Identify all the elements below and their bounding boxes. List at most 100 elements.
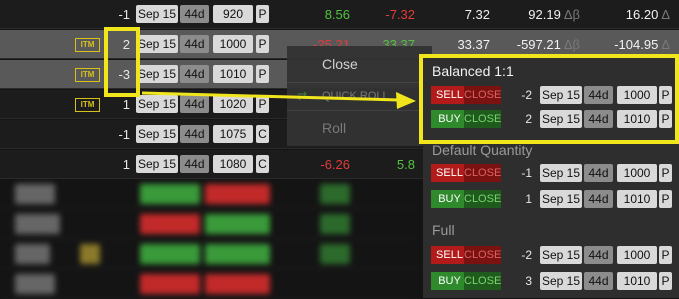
delta-cell: -104.95 Δ	[614, 37, 670, 52]
strike-chip: 1020	[213, 95, 253, 113]
position-qty: -1	[118, 127, 130, 142]
expiration-chip: Sep 15	[136, 125, 178, 143]
delta-cell: 16.20 Δ	[625, 7, 670, 22]
close-effect-button[interactable]: CLOSE	[464, 190, 501, 208]
blurred-row	[0, 240, 420, 269]
value-cell: 7.32	[464, 7, 490, 22]
buy-button[interactable]: BUY	[431, 190, 468, 208]
blurred-bar	[205, 214, 270, 234]
leg-row[interactable]: SELL CLOSE -2 Sep 15 44d 1000 P	[423, 244, 679, 266]
leg-row[interactable]: SELL CLOSE -1 Sep 15 44d 1000 P	[423, 162, 679, 184]
leg-qty: 3	[525, 274, 532, 288]
expiration-chip: Sep 15	[136, 95, 178, 113]
blurred-row	[0, 180, 420, 209]
value-cell: 5.8	[396, 157, 415, 172]
beta-delta-cell: 92.19 Δβ	[528, 7, 580, 22]
itm-badge: ITM	[75, 68, 100, 82]
beta-delta-cell: -597.21 Δβ	[516, 37, 580, 52]
position-qty: -1	[118, 7, 130, 22]
section-title-full: Full	[432, 222, 455, 238]
dte-chip: 44d	[584, 272, 613, 290]
dte-chip: 44d	[180, 155, 209, 173]
itm-badge: ITM	[75, 98, 100, 112]
strike-chip: 1000	[617, 164, 657, 182]
option-type-chip: C	[256, 125, 269, 143]
expiration-chip: Sep 15	[136, 5, 178, 23]
beta-delta-symbol: Δβ	[563, 7, 580, 22]
blurred-bar	[205, 274, 270, 294]
option-type-chip: C	[256, 155, 269, 173]
expiration-chip: Sep 15	[136, 35, 178, 53]
sell-button[interactable]: SELL	[431, 164, 468, 182]
itm-badge: ITM	[75, 38, 100, 52]
strike-chip: 1000	[617, 246, 657, 264]
strike-chip: 1000	[213, 35, 253, 53]
blurred-bar	[140, 214, 200, 234]
leg-row[interactable]: BUY CLOSE 1 Sep 15 44d 1010 P	[423, 188, 679, 210]
dte-chip: 44d	[180, 65, 209, 83]
blurred-bar	[205, 184, 270, 204]
expiration-chip: Sep 15	[540, 190, 582, 208]
option-type-chip: P	[256, 95, 269, 113]
leg-row[interactable]: BUY CLOSE 3 Sep 15 44d 1010 P	[423, 270, 679, 292]
blurred-bar	[320, 244, 350, 264]
option-type-chip: P	[256, 65, 269, 83]
blurred-row	[0, 270, 420, 299]
dte-chip: 44d	[180, 35, 209, 53]
dte-chip: 44d	[584, 190, 613, 208]
menu-item-quick-roll[interactable]: QUICK ROLL	[322, 90, 389, 102]
leg-qty: 1	[525, 192, 532, 206]
blurred-bar	[15, 214, 60, 234]
blurred-bar	[205, 244, 270, 264]
section-title-default-quantity: Default Quantity	[432, 142, 533, 158]
option-type-chip: P	[659, 190, 672, 208]
close-effect-button[interactable]: CLOSE	[464, 164, 501, 182]
strike-chip: 1080	[213, 155, 253, 173]
dte-chip: 44d	[180, 125, 209, 143]
value-cell: 8.56	[324, 7, 350, 22]
blurred-bar	[15, 244, 50, 264]
strike-chip: 920	[213, 5, 253, 23]
blurred-row	[0, 210, 420, 239]
blurred-bar	[15, 274, 55, 294]
option-type-chip: P	[256, 5, 269, 23]
value-cell: -6.26	[320, 157, 350, 172]
position-qty: 1	[122, 157, 130, 172]
expiration-chip: Sep 15	[540, 272, 582, 290]
buy-button[interactable]: BUY	[431, 272, 468, 290]
delta-symbol: Δ	[661, 37, 670, 52]
context-menu: Close ⇄ QUICK ROLL Roll	[287, 46, 432, 146]
value-cell: -7.32	[385, 7, 415, 22]
quick-roll-icon: ⇄	[297, 89, 308, 103]
dte-chip: 44d	[584, 164, 613, 182]
position-row[interactable]: -1 Sep 15 44d 920 P 8.56 -7.32 7.32 92.1…	[0, 0, 679, 29]
dte-chip: 44d	[180, 95, 209, 113]
blurred-bar	[140, 244, 200, 264]
option-type-chip: P	[256, 35, 269, 53]
leg-qty: -2	[521, 248, 532, 262]
menu-item-roll[interactable]: Roll	[322, 120, 346, 136]
blurred-bar	[80, 244, 100, 264]
blurred-bar	[140, 184, 200, 204]
close-effect-button[interactable]: CLOSE	[464, 246, 501, 264]
beta-delta-symbol: Δβ	[563, 37, 580, 52]
dte-chip: 44d	[584, 246, 613, 264]
menu-item-close[interactable]: Close	[322, 56, 358, 72]
position-qty: 1	[122, 97, 130, 112]
strike-chip: 1075	[213, 125, 253, 143]
expiration-chip: Sep 15	[540, 164, 582, 182]
option-type-chip: P	[659, 164, 672, 182]
sell-button[interactable]: SELL	[431, 246, 468, 264]
blurred-bar	[15, 184, 55, 204]
option-type-chip: P	[659, 246, 672, 264]
expiration-chip: Sep 15	[136, 65, 178, 83]
blurred-bar	[140, 274, 200, 294]
value-cell: 33.37	[457, 37, 490, 52]
close-effect-button[interactable]: CLOSE	[464, 272, 501, 290]
expiration-chip: Sep 15	[540, 246, 582, 264]
highlight-box-selected-legs	[104, 27, 140, 97]
strike-chip: 1010	[213, 65, 253, 83]
menu-divider	[287, 82, 432, 83]
highlight-box-balanced-section	[419, 54, 679, 144]
leg-qty: -1	[521, 166, 532, 180]
